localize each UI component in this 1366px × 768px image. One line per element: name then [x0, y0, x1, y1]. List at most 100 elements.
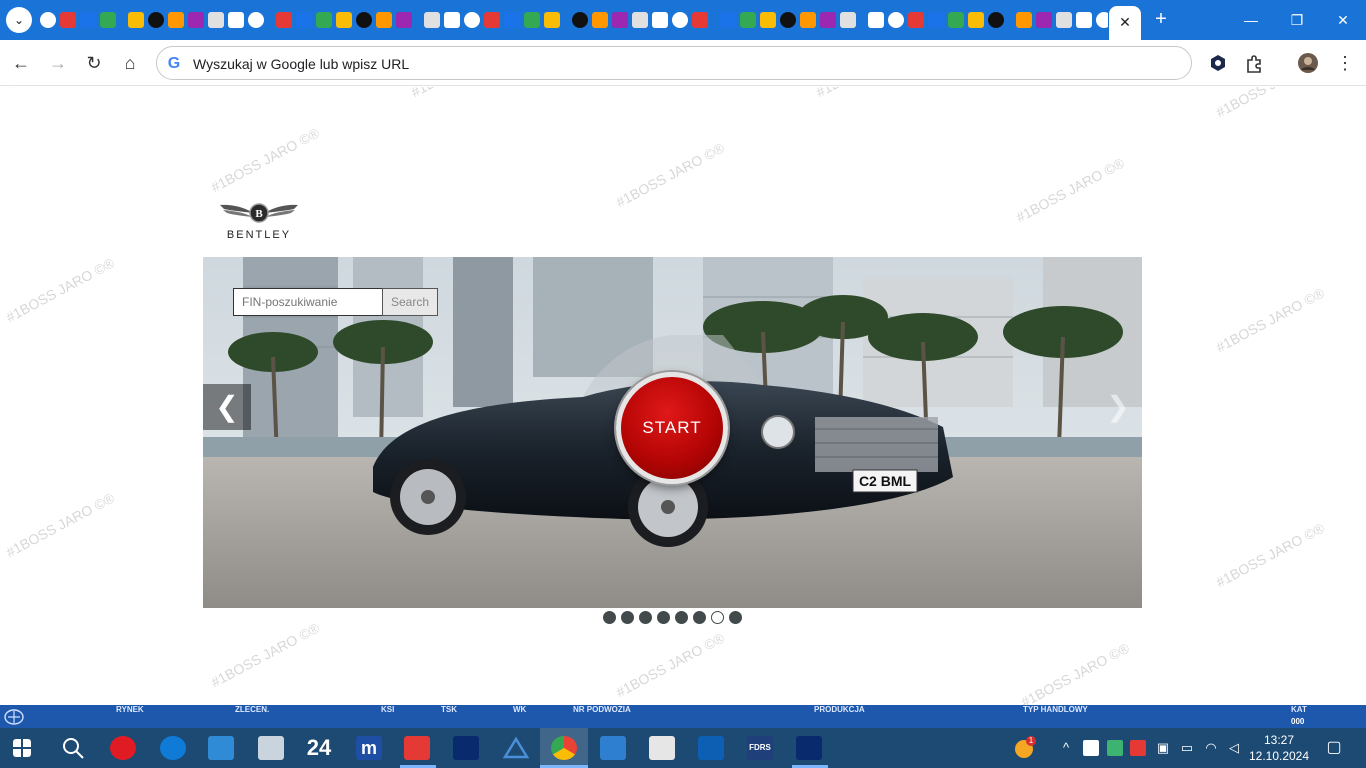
tab-favicon[interactable] — [148, 12, 164, 28]
tab-favicon[interactable] — [888, 12, 904, 28]
opera-icon[interactable] — [110, 736, 136, 760]
tab-favicon[interactable] — [632, 12, 648, 28]
tab-favicon[interactable] — [988, 12, 1004, 28]
carousel-dot[interactable] — [711, 611, 724, 624]
tab-favicon[interactable] — [592, 12, 608, 28]
wifi-icon[interactable]: ◠ — [1203, 740, 1219, 756]
tab-favicon[interactable] — [720, 12, 736, 28]
network-app-icon[interactable] — [649, 736, 675, 760]
tray-app-icon[interactable] — [1083, 740, 1099, 756]
carousel-dot[interactable] — [639, 611, 652, 624]
volume-icon[interactable]: ◁ — [1226, 740, 1242, 756]
windows-start-icon[interactable] — [13, 739, 31, 757]
tab-favicon[interactable] — [484, 12, 500, 28]
tab-search-button[interactable]: ⌄ — [6, 7, 32, 33]
tab-favicon[interactable] — [928, 12, 944, 28]
tab-favicon[interactable] — [128, 12, 144, 28]
tab-favicon[interactable] — [820, 12, 836, 28]
tab-favicon[interactable] — [248, 12, 264, 28]
tab-favicon[interactable] — [800, 12, 816, 28]
remote-app-icon[interactable] — [600, 736, 626, 760]
tab-favicon[interactable] — [740, 12, 756, 28]
minimize-button[interactable]: — — [1236, 6, 1266, 34]
tab-favicon[interactable] — [1076, 12, 1092, 28]
carousel-dot[interactable] — [675, 611, 688, 624]
clock[interactable]: 13:27 12.10.2024 — [1246, 732, 1312, 764]
carousel-dot[interactable] — [657, 611, 670, 624]
tab-favicon[interactable] — [1096, 12, 1108, 28]
tab-favicon[interactable] — [40, 12, 56, 28]
tab-favicon[interactable] — [424, 12, 440, 28]
profile-avatar[interactable] — [1297, 52, 1319, 74]
tab-favicon[interactable] — [652, 12, 668, 28]
tab-favicon[interactable] — [80, 12, 96, 28]
tab-favicon[interactable] — [296, 12, 312, 28]
notification-center-icon[interactable]: ▢ — [1324, 738, 1344, 758]
tab-favicon[interactable] — [544, 12, 560, 28]
carousel-next-button[interactable]: ❯ — [1094, 384, 1142, 430]
tab-favicon[interactable] — [1036, 12, 1052, 28]
tab-favicon[interactable] — [692, 12, 708, 28]
tab-favicon[interactable] — [868, 12, 884, 28]
triangle-app-icon[interactable] — [502, 736, 530, 760]
chrome-icon[interactable] — [551, 736, 577, 760]
extensions-puzzle-icon[interactable] — [1243, 52, 1265, 74]
close-window-button[interactable]: ✕ — [1328, 6, 1358, 34]
anydesk-icon[interactable] — [404, 736, 430, 760]
carousel-prev-button[interactable]: ❮ — [203, 384, 251, 430]
tab-favicon[interactable] — [780, 12, 796, 28]
tab-favicon[interactable] — [208, 12, 224, 28]
tab-favicon[interactable] — [188, 12, 204, 28]
tab-favicon[interactable] — [1056, 12, 1072, 28]
chrome-menu-button[interactable]: ⋮ — [1332, 50, 1358, 76]
tab-favicon[interactable] — [376, 12, 392, 28]
tab-favicon[interactable] — [396, 12, 412, 28]
home-button[interactable]: ⌂ — [117, 50, 143, 76]
tab-favicon[interactable] — [336, 12, 352, 28]
tab-favicon[interactable] — [228, 12, 244, 28]
tab-favicon[interactable] — [100, 12, 116, 28]
search-button[interactable]: Search — [382, 288, 438, 316]
new-tab-button[interactable]: + — [1150, 8, 1172, 30]
tab-favicon[interactable] — [356, 12, 372, 28]
tab-favicon[interactable] — [948, 12, 964, 28]
security-icon[interactable] — [1107, 740, 1123, 756]
tab-favicon[interactable] — [612, 12, 628, 28]
close-tab-icon[interactable]: ✕ — [1117, 14, 1133, 30]
tab-favicon[interactable] — [672, 12, 688, 28]
tab-favicon[interactable] — [60, 12, 76, 28]
address-bar[interactable]: G Wyszukaj w Google lub wpisz URL — [156, 46, 1192, 80]
fin-search-input[interactable] — [233, 288, 383, 316]
vcds-app-icon[interactable] — [698, 736, 724, 760]
tab-favicon[interactable] — [316, 12, 332, 28]
battery-icon[interactable]: ▭ — [1179, 740, 1195, 756]
carousel-dot[interactable] — [603, 611, 616, 624]
maximize-button[interactable]: ❐ — [1282, 6, 1312, 34]
app-24-icon[interactable]: 24 — [306, 736, 332, 760]
carousel-dot[interactable] — [621, 611, 634, 624]
extension-icon[interactable] — [1207, 52, 1229, 74]
tray-chevron-icon[interactable]: ^ — [1058, 740, 1074, 756]
tab-favicon[interactable] — [908, 12, 924, 28]
laptop-app-icon[interactable] — [258, 736, 284, 760]
tab-favicon[interactable] — [524, 12, 540, 28]
carousel-dot[interactable] — [729, 611, 742, 624]
tab-favicon[interactable] — [840, 12, 856, 28]
tab-favicon[interactable] — [504, 12, 520, 28]
edge-icon[interactable] — [160, 736, 186, 760]
start-button[interactable]: START — [616, 372, 728, 484]
tab-favicon[interactable] — [968, 12, 984, 28]
search-icon[interactable] — [60, 736, 86, 760]
ford-ids-icon[interactable] — [796, 736, 822, 760]
ford-app-icon[interactable] — [453, 736, 479, 760]
tab-favicon[interactable] — [760, 12, 776, 28]
tab-favicon[interactable] — [464, 12, 480, 28]
fdrs-app-icon[interactable]: FDRS — [747, 736, 773, 760]
m-app-icon[interactable]: m — [356, 736, 382, 760]
reload-button[interactable]: ↻ — [81, 50, 107, 76]
tab-favicon[interactable] — [444, 12, 460, 28]
tab-favicon[interactable] — [276, 12, 292, 28]
carousel-dot[interactable] — [693, 611, 706, 624]
desktop-app-icon[interactable] — [208, 736, 234, 760]
forward-button[interactable]: → — [45, 50, 71, 76]
